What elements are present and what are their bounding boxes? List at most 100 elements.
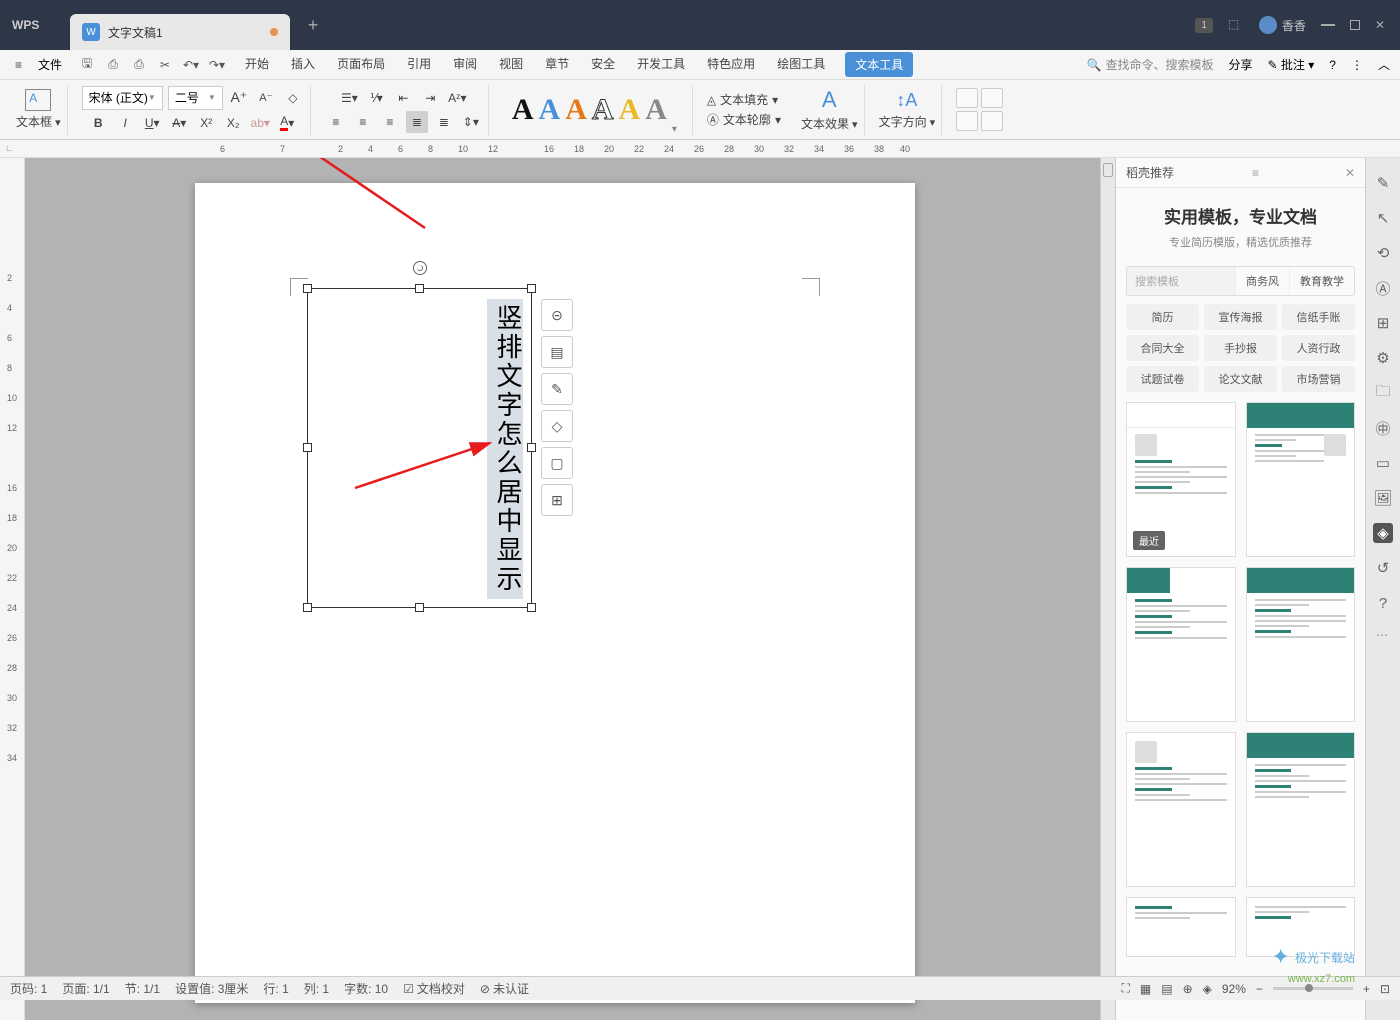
canvas[interactable]: 竖排文字怎么居中显示 ⊝ ▤ ✎ ◇ ▢ ⊞ bbox=[25, 158, 1100, 1020]
strip-font-icon[interactable]: Ⓐ bbox=[1373, 278, 1393, 298]
maximize-button[interactable] bbox=[1350, 20, 1360, 30]
strip-image-icon[interactable]: 🖼 bbox=[1373, 488, 1393, 508]
tab-security[interactable]: 安全 bbox=[589, 52, 617, 77]
search-tag-business[interactable]: 商务风 bbox=[1235, 267, 1289, 295]
new-tab-button[interactable]: + bbox=[298, 15, 328, 36]
sidepanel-menu-icon[interactable]: ≡ bbox=[1252, 166, 1259, 180]
resize-handle-tl[interactable] bbox=[303, 284, 312, 293]
user-info[interactable]: 香香 bbox=[1259, 16, 1306, 34]
strip-history-icon[interactable]: ↺ bbox=[1373, 558, 1393, 578]
print-icon[interactable]: ⎙ bbox=[130, 56, 148, 74]
template-item[interactable] bbox=[1246, 897, 1356, 957]
style-a-6[interactable]: A bbox=[645, 93, 667, 127]
cat-exam[interactable]: 试题试卷 bbox=[1126, 366, 1199, 392]
search-tag-education[interactable]: 教育教学 bbox=[1289, 267, 1354, 295]
misc-icon-1[interactable] bbox=[956, 88, 978, 108]
strip-settings-icon[interactable]: ⚙ bbox=[1373, 348, 1393, 368]
resize-handle-tr[interactable] bbox=[527, 284, 536, 293]
bullet-list-icon[interactable]: ☰▾ bbox=[338, 87, 360, 109]
notification-badge[interactable]: 1 bbox=[1195, 18, 1213, 33]
tab-reference[interactable]: 引用 bbox=[405, 52, 433, 77]
wrap-square-icon[interactable]: ▤ bbox=[541, 336, 573, 368]
zoom-slider[interactable] bbox=[1273, 987, 1353, 990]
fill-shape-icon[interactable]: ◇ bbox=[541, 410, 573, 442]
vertical-text[interactable]: 竖排文字怎么居中显示 bbox=[487, 299, 523, 599]
text-direction-icon[interactable]: ↕A bbox=[896, 90, 917, 111]
template-item[interactable] bbox=[1246, 732, 1356, 887]
sidepanel-resize-strip[interactable] bbox=[1100, 158, 1115, 1020]
align-right-icon[interactable]: ≡ bbox=[379, 111, 401, 133]
status-pageno[interactable]: 页码: 1 bbox=[10, 980, 47, 997]
cat-letter[interactable]: 信纸手账 bbox=[1282, 304, 1355, 330]
help-icon[interactable]: ? bbox=[1329, 58, 1336, 72]
text-direction-label[interactable]: 文字方向 ▾ bbox=[879, 113, 936, 130]
status-page[interactable]: 页面: 1/1 bbox=[62, 980, 109, 997]
template-item[interactable] bbox=[1126, 897, 1236, 957]
cat-handout[interactable]: 手抄报 bbox=[1204, 335, 1277, 361]
share-button[interactable]: 分享 bbox=[1229, 56, 1253, 73]
resize-handle-bl[interactable] bbox=[303, 603, 312, 612]
font-color-button[interactable]: A▾ bbox=[276, 112, 298, 134]
status-words[interactable]: 字数: 10 bbox=[344, 980, 388, 997]
redo-icon[interactable]: ↷▾ bbox=[208, 56, 226, 74]
cat-resume[interactable]: 简历 bbox=[1126, 304, 1199, 330]
edit-shape-icon[interactable]: ✎ bbox=[541, 373, 573, 405]
misc-icon-2[interactable] bbox=[981, 88, 1003, 108]
hamburger-icon[interactable]: ≡ bbox=[10, 55, 27, 75]
align-left-icon[interactable]: ≡ bbox=[325, 111, 347, 133]
style-a-3[interactable]: A bbox=[565, 93, 587, 127]
save-icon[interactable]: 🖫 bbox=[78, 56, 96, 74]
sidepanel-close-icon[interactable]: ✕ bbox=[1345, 166, 1355, 180]
strip-folder-icon[interactable]: 🗀 bbox=[1373, 383, 1393, 403]
underline-button[interactable]: U▾ bbox=[141, 112, 163, 134]
status-col[interactable]: 列: 1 bbox=[304, 980, 329, 997]
tab-view[interactable]: 视图 bbox=[497, 52, 525, 77]
close-button[interactable] bbox=[1375, 18, 1385, 32]
font-name-select[interactable]: 宋体 (正文)▼ bbox=[82, 86, 163, 110]
collapse-ribbon-icon[interactable]: ︿ bbox=[1378, 56, 1390, 73]
tab-chapter[interactable]: 章节 bbox=[543, 52, 571, 77]
zoom-level[interactable]: 92% bbox=[1222, 982, 1246, 996]
strip-more-icon[interactable]: ⋯ bbox=[1376, 628, 1390, 642]
view-web-icon[interactable]: ⊕ bbox=[1183, 982, 1193, 996]
document-page[interactable]: 竖排文字怎么居中显示 ⊝ ▤ ✎ ◇ ▢ ⊞ bbox=[195, 183, 915, 1003]
misc-icon-3[interactable] bbox=[956, 111, 978, 131]
align-center-icon[interactable]: ≡ bbox=[352, 111, 374, 133]
text-outline-button[interactable]: Ⓐ 文本轮廓 ▾ bbox=[707, 111, 781, 128]
strikethrough-button[interactable]: A▾ bbox=[168, 112, 190, 134]
tab-review[interactable]: 审阅 bbox=[451, 52, 479, 77]
strip-select-icon[interactable]: ↖ bbox=[1373, 208, 1393, 228]
subscript-button[interactable]: X₂ bbox=[222, 112, 244, 134]
textbox-label[interactable]: 文本框 ▾ bbox=[16, 113, 61, 130]
template-item[interactable] bbox=[1246, 402, 1356, 557]
command-search[interactable]: 🔍 查找命令、搜索模板 bbox=[1087, 56, 1214, 73]
rotate-handle[interactable] bbox=[413, 261, 427, 275]
grow-font-icon[interactable]: A⁺ bbox=[228, 87, 250, 109]
resize-handle-mr[interactable] bbox=[527, 443, 536, 452]
tab-texttools[interactable]: 文本工具 bbox=[845, 52, 913, 77]
textbox-icon[interactable]: A bbox=[25, 89, 51, 111]
strip-link-icon[interactable]: ⟲ bbox=[1373, 243, 1393, 263]
undo-icon[interactable]: ↶▾ bbox=[182, 56, 200, 74]
cut-icon[interactable]: ✂ bbox=[156, 56, 174, 74]
tab-modified-dot[interactable] bbox=[270, 28, 278, 36]
template-item[interactable]: 最近 bbox=[1126, 402, 1236, 557]
outline-shape-icon[interactable]: ▢ bbox=[541, 447, 573, 479]
status-auth[interactable]: ⊘ 未认证 bbox=[480, 980, 529, 997]
strip-table-icon[interactable]: ⊞ bbox=[1373, 313, 1393, 333]
misc-icon-4[interactable] bbox=[981, 111, 1003, 131]
clear-format-icon[interactable]: ◇ bbox=[282, 87, 304, 109]
cat-poster[interactable]: 宣传海报 bbox=[1204, 304, 1277, 330]
file-menu[interactable]: 文件 bbox=[29, 53, 71, 76]
strip-help-icon[interactable]: ? bbox=[1373, 593, 1393, 613]
template-item[interactable] bbox=[1246, 567, 1356, 722]
shrink-font-icon[interactable]: A⁻ bbox=[255, 87, 277, 109]
number-list-icon[interactable]: ⅟▾ bbox=[365, 87, 387, 109]
tab-drawtools[interactable]: 绘图工具 bbox=[775, 52, 827, 77]
strip-translate-icon[interactable]: ㊥ bbox=[1373, 418, 1393, 438]
style-a-4[interactable]: A bbox=[592, 93, 614, 127]
textbox-object[interactable]: 竖排文字怎么居中显示 ⊝ ▤ ✎ ◇ ▢ ⊞ bbox=[307, 288, 532, 608]
resize-handle-br[interactable] bbox=[527, 603, 536, 612]
strip-doc-icon[interactable]: ▭ bbox=[1373, 453, 1393, 473]
style-a-5[interactable]: A bbox=[619, 93, 641, 127]
